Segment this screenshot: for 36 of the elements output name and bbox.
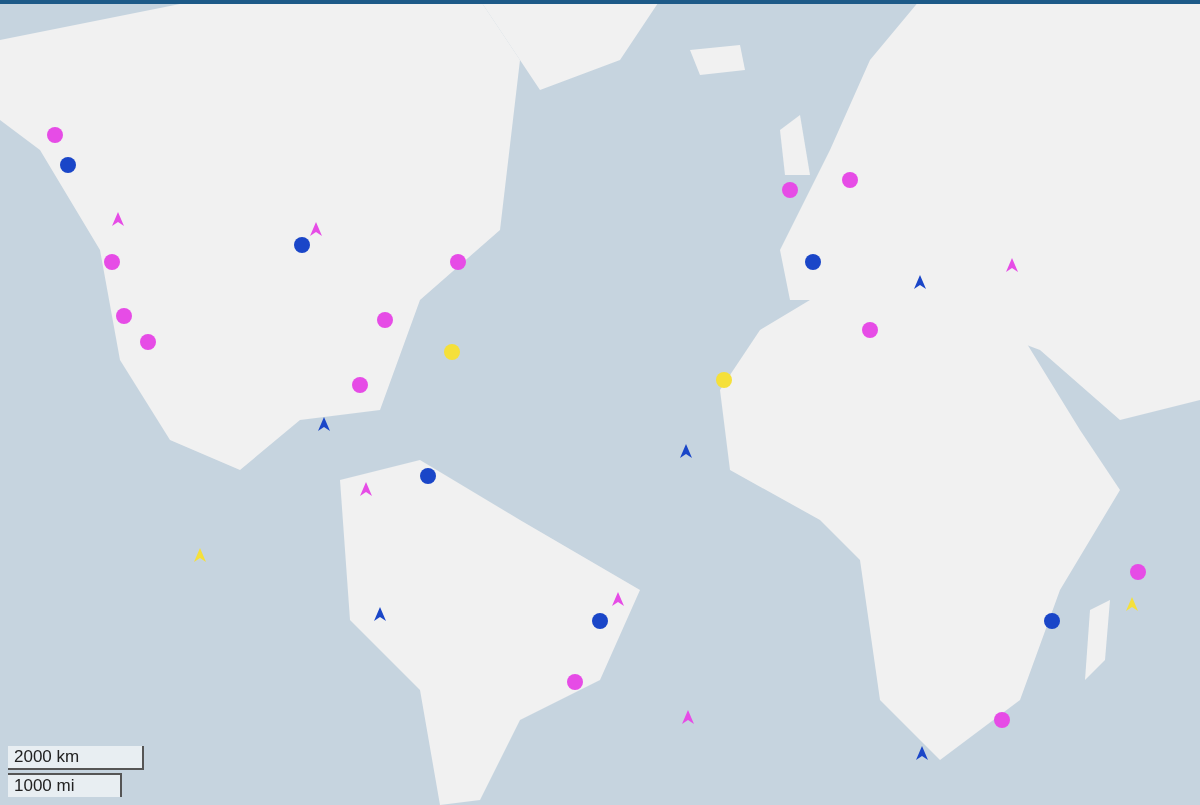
dot-marker[interactable] — [59, 156, 77, 174]
ship-marker[interactable] — [307, 221, 325, 239]
ship-marker[interactable] — [1003, 257, 1021, 275]
dot-marker[interactable] — [861, 321, 879, 339]
dot-marker[interactable] — [804, 253, 822, 271]
ship-marker[interactable] — [109, 211, 127, 229]
dot-marker[interactable] — [419, 467, 437, 485]
dot-marker[interactable] — [715, 371, 733, 389]
dot-marker[interactable] — [1129, 563, 1147, 581]
dot-marker[interactable] — [781, 181, 799, 199]
dot-marker[interactable] — [115, 307, 133, 325]
dot-marker[interactable] — [449, 253, 467, 271]
dot-marker[interactable] — [46, 126, 64, 144]
dot-marker[interactable] — [293, 236, 311, 254]
dot-marker[interactable] — [841, 171, 859, 189]
ship-marker[interactable] — [191, 547, 209, 565]
dot-marker[interactable] — [139, 333, 157, 351]
dot-marker[interactable] — [591, 612, 609, 630]
ship-marker[interactable] — [911, 274, 929, 292]
ship-marker[interactable] — [677, 443, 695, 461]
ship-marker[interactable] — [371, 606, 389, 624]
dot-marker[interactable] — [993, 711, 1011, 729]
scale-bar-label: 1000 mi — [8, 773, 122, 797]
ship-marker[interactable] — [679, 709, 697, 727]
dot-marker[interactable] — [1043, 612, 1061, 630]
ship-marker[interactable] — [315, 416, 333, 434]
dot-marker[interactable] — [103, 253, 121, 271]
dot-marker[interactable] — [566, 673, 584, 691]
scale-bar-label: 2000 km — [8, 746, 144, 770]
ship-marker[interactable] — [357, 481, 375, 499]
dot-marker[interactable] — [376, 311, 394, 329]
ship-marker[interactable] — [913, 745, 931, 763]
ship-marker[interactable] — [609, 591, 627, 609]
dot-marker[interactable] — [351, 376, 369, 394]
ship-marker[interactable] — [1123, 596, 1141, 614]
dot-marker[interactable] — [443, 343, 461, 361]
